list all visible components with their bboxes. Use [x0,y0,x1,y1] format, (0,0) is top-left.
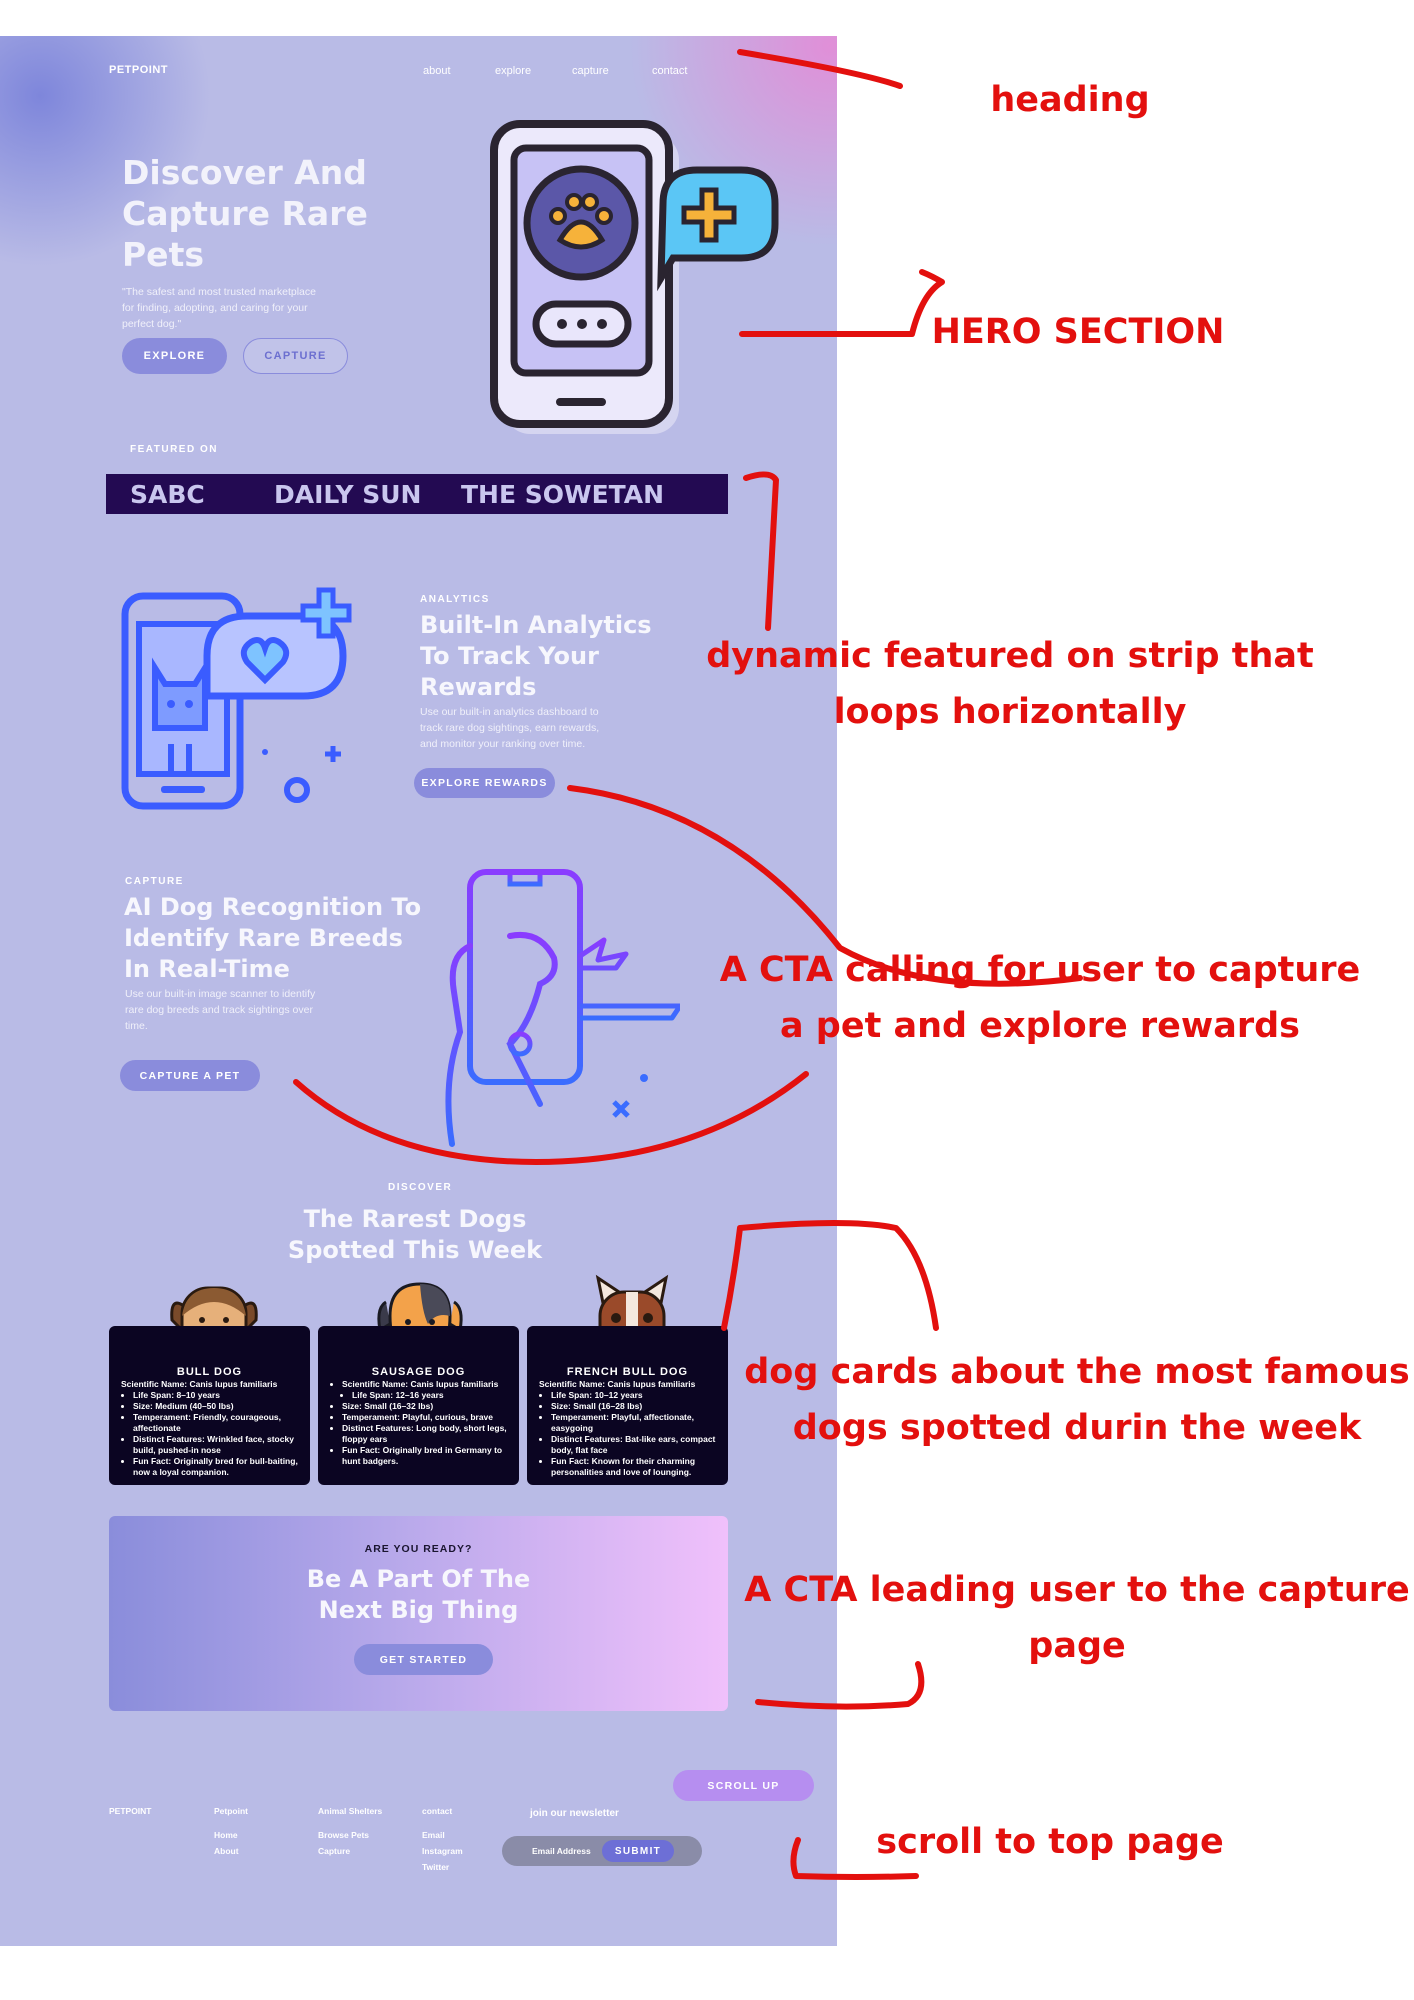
annotation-line: A CTA leading user to the capture [744,1570,1410,1610]
annotation-cards: dog cards about the most famous dogs spo… [740,1344,1414,1456]
annotation-cta2: A CTA leading user to the capture page [740,1562,1414,1674]
annotation-heading: heading [990,80,1150,120]
annotation-line: loops horizontally [833,692,1187,732]
annotation-line: dog cards about the most famous [744,1352,1410,1392]
annotation-line: A CTA calling for user to capture [719,950,1361,990]
annotation-strip: dynamic featured on strip that loops hor… [700,628,1320,740]
page: PETPOINT about explore capture contact D… [0,0,1414,2000]
annotation-line: page [1028,1626,1126,1666]
annotation-scroll: scroll to top page [876,1822,1224,1862]
annotation-line: dogs spotted durin the week [792,1408,1362,1448]
annotation-hero: HERO SECTION [931,312,1225,352]
annotation-line: a pet and explore rewards [780,1006,1300,1046]
annotation-line: dynamic featured on strip that [706,636,1314,676]
annotation-cta1: A CTA calling for user to capture a pet … [700,942,1380,1054]
